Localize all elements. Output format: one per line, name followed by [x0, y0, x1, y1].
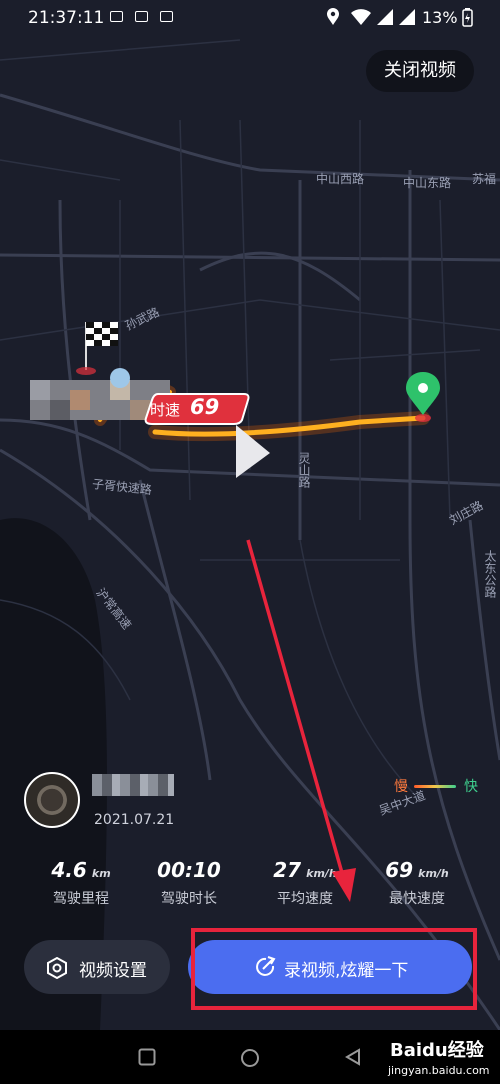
recent-apps-icon[interactable]: [138, 1048, 156, 1066]
watermark-url: jingyan.baidu.com: [388, 1064, 490, 1077]
watermark-brand: Baidu经验: [390, 1040, 484, 1061]
home-icon[interactable]: [240, 1048, 260, 1068]
annotation-arrow: [246, 539, 356, 902]
baidu-jingyan-watermark: Baidu经验 jingyan.baidu.com: [380, 1030, 500, 1084]
annotation-highlight-box: [191, 928, 477, 1010]
back-icon[interactable]: [344, 1048, 362, 1066]
